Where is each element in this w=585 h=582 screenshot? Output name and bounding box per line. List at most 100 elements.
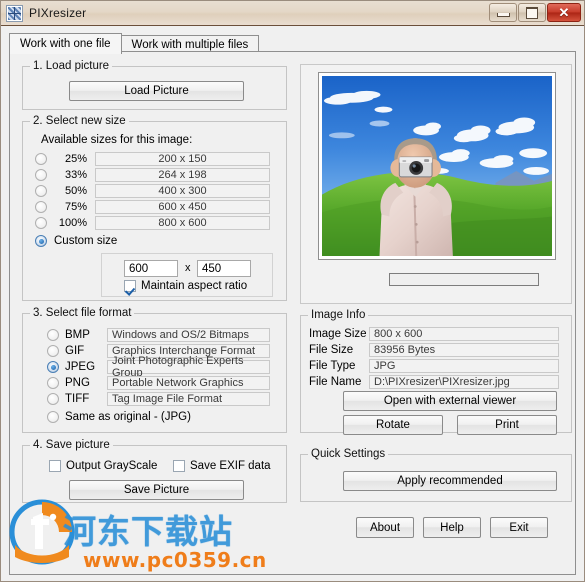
print-button[interactable]: Print [457,415,557,435]
size-option-25[interactable]: 25% 200 x 150 [35,152,270,166]
file-type-value: JPG [369,359,559,373]
group-select-new-size-legend: 2. Select new size [30,115,129,127]
output-grayscale-checkbox[interactable] [49,460,61,472]
format-option-png-description: Portable Network Graphics [107,376,270,390]
about-button-label: About [369,521,401,534]
group-image-info: Image Info Image Size 800 x 600 File Siz… [300,309,572,435]
size-option-33[interactable]: 33% 264 x 198 [35,168,270,182]
size-option-33-radio[interactable] [35,169,47,181]
apply-recommended-button[interactable]: Apply recommended [343,471,557,491]
load-picture-button-label: Load Picture [124,85,189,97]
format-option-tiff[interactable]: TIFF Tag Image File Format [47,392,270,406]
size-option-25-percent: 25% [64,153,87,165]
help-button-label: Help [440,521,464,534]
tab-label: Work with multiple files [131,39,249,51]
custom-width-input[interactable]: 600 [124,260,178,277]
available-sizes-label: Available sizes for this image: [41,134,193,146]
format-option-same-as-original[interactable]: Same as original - (JPG) [47,410,270,424]
open-with-external-viewer-button[interactable]: Open with external viewer [343,391,557,411]
size-option-100-radio[interactable] [35,217,47,229]
close-icon: ✕ [558,5,570,20]
open-with-external-viewer-label: Open with external viewer [383,395,517,407]
output-grayscale-label: Output GrayScale [66,460,158,472]
tab-work-with-one-file[interactable]: Work with one file [9,33,122,54]
custom-size-radio[interactable] [35,235,47,247]
footer-buttons: About Help Exit [356,517,548,538]
size-option-50[interactable]: 50% 400 x 300 [35,184,270,198]
custom-height-value: 450 [202,262,222,275]
maintain-aspect-ratio-label: Maintain aspect ratio [141,280,248,292]
format-option-bmp-description: Windows and OS/2 Bitmaps [107,328,270,342]
print-button-label: Print [495,419,519,431]
custom-height-input[interactable]: 450 [197,260,251,277]
window-controls: ✕ [488,3,581,22]
group-load-picture-legend: 1. Load picture [30,60,113,72]
custom-width-value: 600 [129,262,149,275]
window-title: PIXresizer [29,6,87,20]
format-option-bmp[interactable]: BMP Windows and OS/2 Bitmaps [47,328,270,342]
tab-panel-one-file: 1. Load picture Load Picture 2. Select n… [9,51,576,575]
size-option-100[interactable]: 100% 800 x 600 [35,216,270,230]
group-save-picture: 4. Save picture Output GrayScale Save EX… [22,439,287,503]
image-info-row-file-size: File Size 83956 Bytes [309,343,559,357]
app-grid-icon [6,4,23,22]
close-button[interactable]: ✕ [547,3,581,22]
save-exif-option[interactable]: Save EXIF data [173,460,271,472]
size-separator: x [185,262,191,274]
format-option-jpeg-name: JPEG [65,361,96,373]
size-option-50-radio[interactable] [35,185,47,197]
help-button[interactable]: Help [423,517,481,538]
custom-size-option[interactable]: Custom size [35,235,117,247]
maintain-aspect-ratio-checkbox[interactable] [124,280,136,292]
format-option-jpeg-radio[interactable] [47,361,59,373]
size-option-75-percent: 75% [64,201,87,213]
image-size-label: Image Size [309,328,367,340]
size-option-75-value: 600 x 450 [95,200,270,214]
maximize-button[interactable] [518,3,546,22]
format-option-png-radio[interactable] [47,377,59,389]
preview-status-bar [389,273,539,286]
exit-button[interactable]: Exit [490,517,548,538]
size-option-25-radio[interactable] [35,153,47,165]
group-quick-settings-legend: Quick Settings [308,448,389,460]
format-option-tiff-name: TIFF [65,393,90,405]
size-option-75[interactable]: 75% 600 x 450 [35,200,270,214]
format-option-tiff-description: Tag Image File Format [107,392,270,406]
format-option-jpeg[interactable]: JPEG Joint Photographic Experts Group [47,355,270,379]
image-info-row-file-type: File Type JPG [309,359,559,373]
save-exif-checkbox[interactable] [173,460,185,472]
size-options-list: 25% 200 x 150 33% 264 x 198 50% 400 x 30… [35,152,270,232]
load-picture-button[interactable]: Load Picture [69,81,244,101]
output-grayscale-option[interactable]: Output GrayScale [49,460,157,472]
exit-button-label: Exit [509,521,529,534]
format-options-list: BMP Windows and OS/2 Bitmaps GIF Graphic… [47,328,270,426]
group-load-picture: 1. Load picture Load Picture [22,60,287,110]
group-image-info-legend: Image Info [308,309,369,321]
size-option-50-value: 400 x 300 [95,184,270,198]
file-name-label: File Name [309,376,362,388]
rotate-button[interactable]: Rotate [343,415,443,435]
group-select-file-format: 3. Select file format BMP Windows and OS… [22,307,287,433]
maintain-aspect-ratio-option[interactable]: Maintain aspect ratio [124,280,247,292]
size-option-33-value: 264 x 198 [95,168,270,182]
about-button[interactable]: About [356,517,414,538]
file-size-value: 83956 Bytes [369,343,559,357]
title-bar: PIXresizer ✕ [1,1,584,26]
save-picture-button[interactable]: Save Picture [69,480,244,500]
format-option-tiff-radio[interactable] [47,393,59,405]
size-option-100-percent: 100% [58,217,87,229]
minimize-button[interactable] [489,3,517,22]
image-info-row-file-name: File Name D:\PIXresizer\PIXresizer.jpg [309,375,559,389]
tab-label: Work with one file [20,38,111,50]
file-name-value: D:\PIXresizer\PIXresizer.jpg [369,375,559,389]
format-option-gif-radio[interactable] [47,345,59,357]
format-option-png[interactable]: PNG Portable Network Graphics [47,376,270,390]
format-option-bmp-radio[interactable] [47,329,59,341]
custom-size-panel: 600 x 450 Maintain aspect ratio [101,253,273,297]
app-window: PIXresizer ✕ Work with one file Work wit… [0,0,585,582]
size-option-75-radio[interactable] [35,201,47,213]
format-option-same-as-original-radio[interactable] [47,411,59,423]
image-size-value: 800 x 600 [369,327,559,341]
preview-image [322,76,552,256]
minimize-icon [496,13,510,17]
